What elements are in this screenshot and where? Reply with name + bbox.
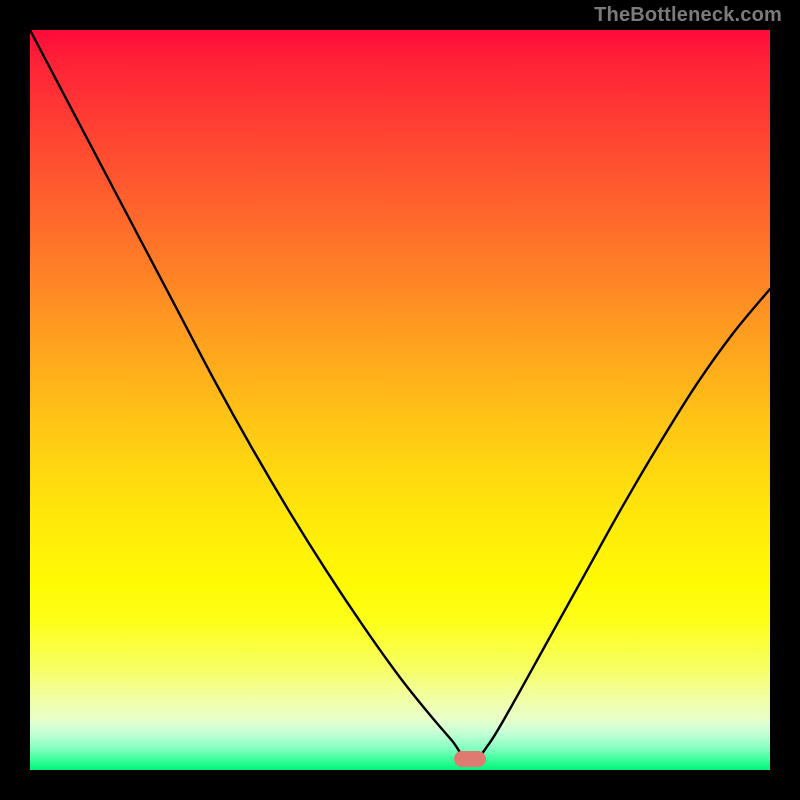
plot-area [30,30,770,770]
chart-container: TheBottleneck.com [0,0,800,800]
optimal-marker [454,751,486,767]
bottleneck-curve [30,30,770,770]
watermark-text: TheBottleneck.com [594,4,782,27]
